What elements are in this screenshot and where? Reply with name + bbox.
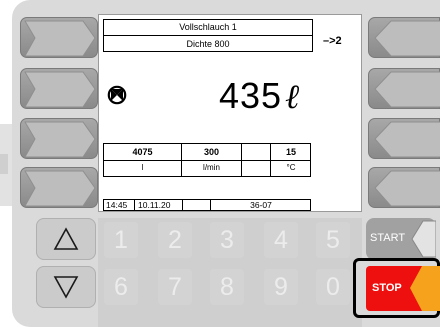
- header-line-2: Dichte 800: [103, 35, 313, 52]
- keypad-key-6[interactable]: 6: [104, 269, 138, 305]
- softkey-left-3[interactable]: [20, 118, 98, 159]
- softkey-right-1[interactable]: [368, 17, 440, 58]
- start-chevron-icon: [411, 220, 436, 258]
- header-line-1: Vollschlauch 1: [103, 19, 313, 36]
- table-unit-total: l: [141, 163, 144, 172]
- softkey-right-2[interactable]: [368, 68, 440, 109]
- softkey-right-3[interactable]: [368, 118, 440, 159]
- data-table: 4075 300 15 l l/min °C: [103, 143, 311, 177]
- volume-unit: ℓ: [285, 77, 300, 117]
- status-bar: 14:45 10.11.20 36-07: [103, 199, 311, 211]
- keypad-key-8[interactable]: 8: [210, 269, 244, 305]
- softkey-right-4[interactable]: [368, 167, 440, 208]
- stop-accent[interactable]: [410, 266, 440, 311]
- product-label: Vollschlauch 1: [179, 22, 237, 32]
- next-arrow-label: –>2: [323, 35, 342, 47]
- status-time: 14:45: [106, 200, 128, 210]
- table-unit-flow: l/min: [203, 163, 220, 172]
- keypad-key-7[interactable]: 7: [158, 269, 192, 305]
- arrow-up-icon: [53, 227, 79, 250]
- keypad-key-3[interactable]: 3: [210, 222, 244, 258]
- keypad-key-4[interactable]: 4: [264, 222, 298, 258]
- table-value-total: 4075: [132, 147, 153, 157]
- valve-icon: [107, 85, 127, 105]
- status-date: 10.11.20: [138, 200, 171, 210]
- arrow-down-button[interactable]: [36, 266, 96, 308]
- keypad-key-1[interactable]: 1: [104, 222, 138, 258]
- volume-value: 435: [219, 75, 283, 116]
- keypad-key-0[interactable]: 0: [316, 269, 350, 305]
- keypad-key-9[interactable]: 9: [264, 269, 298, 305]
- keypad-key-2[interactable]: 2: [158, 222, 192, 258]
- display-screen: Vollschlauch 1 Dichte 800 –>2 435 ℓ 4075…: [98, 14, 362, 212]
- softkey-left-4[interactable]: [20, 167, 98, 208]
- start-label: START: [370, 232, 406, 244]
- table-value-temperature: 15: [285, 147, 296, 157]
- keypad-key-5[interactable]: 5: [316, 222, 350, 258]
- softkey-left-1[interactable]: [20, 17, 98, 58]
- table-value-flow: 300: [203, 147, 220, 157]
- status-code: 36-07: [250, 200, 272, 210]
- table-unit-temperature: °C: [286, 163, 296, 172]
- bezel-edge: [0, 124, 12, 206]
- start-button[interactable]: START: [366, 218, 436, 260]
- arrow-up-button[interactable]: [36, 218, 96, 260]
- arrow-down-icon: [53, 276, 79, 299]
- density-label: Dichte 800: [186, 39, 230, 49]
- stop-chevron-icon: [410, 266, 440, 311]
- softkey-left-2[interactable]: [20, 68, 98, 109]
